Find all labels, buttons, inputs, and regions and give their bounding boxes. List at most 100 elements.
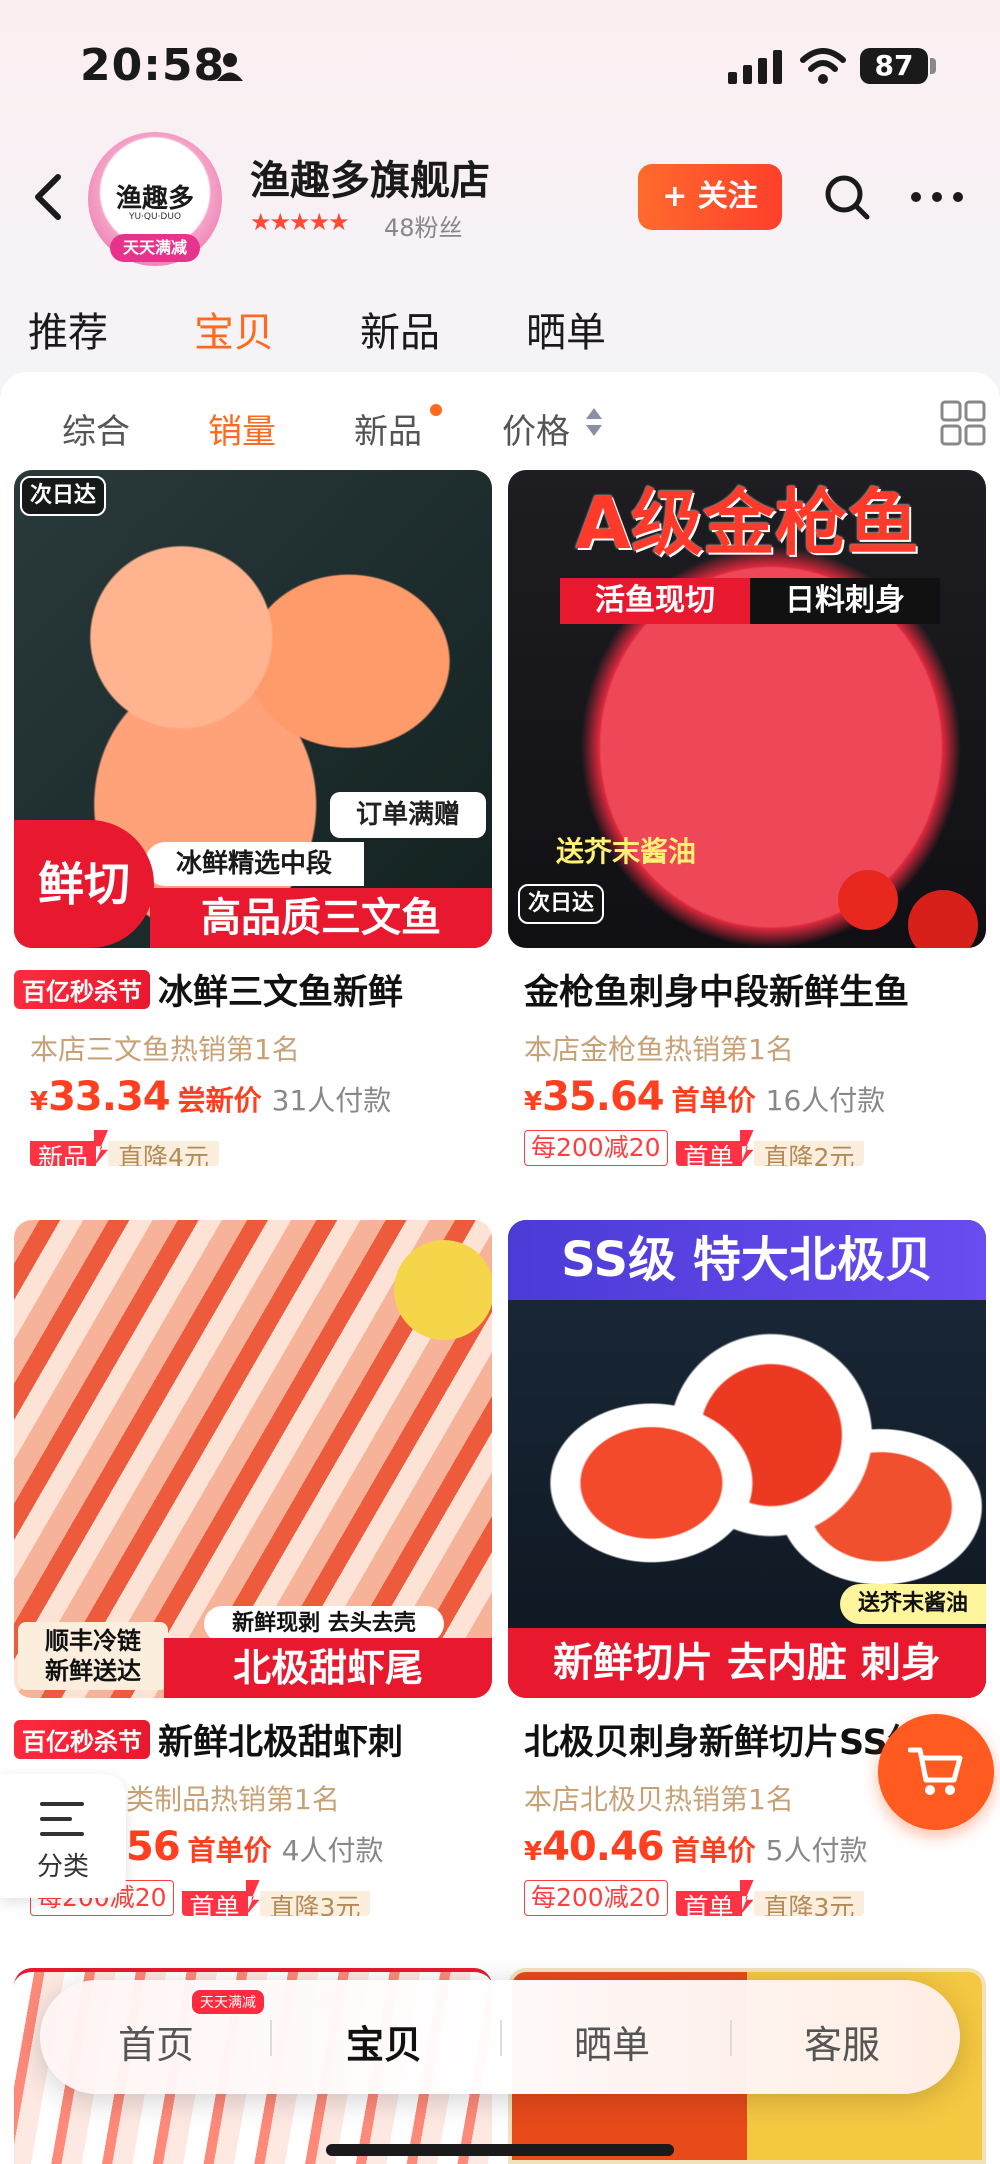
product-image[interactable]: SS级 特大北极贝 送芥末酱油 新鲜切片 去内脏 刺身 — [508, 1220, 986, 1698]
currency-symbol: ¥ — [524, 1837, 543, 1867]
sales-rank: 类制品热销第1名 — [126, 1783, 340, 1816]
top-headline: SS级 特大北极贝 — [508, 1220, 986, 1300]
sort-sales[interactable]: 销量 — [208, 404, 276, 453]
back-icon[interactable] — [28, 172, 68, 222]
discount-tag: 首单 直降2元 — [675, 1130, 865, 1166]
gift-banner: 订单满赠 — [330, 792, 486, 838]
bolt-icon — [245, 1880, 260, 1916]
tag-row: 每200减20 首单 直降2元 — [524, 1130, 872, 1168]
lemon-decoration — [394, 1240, 492, 1340]
sort-overall[interactable]: 综合 — [62, 404, 130, 453]
title-row: 百亿秒杀节 新鲜北极甜虾刺 — [14, 1714, 492, 1762]
nav-items[interactable]: 宝贝 — [346, 2014, 422, 2069]
price-note: 首单价 — [187, 1834, 272, 1867]
title-row: 百亿秒杀节 冰鲜三文鱼新鲜 — [14, 964, 492, 1012]
logo-title: 渔趣多 — [115, 184, 194, 214]
price: 56 — [126, 1824, 181, 1870]
product-title[interactable]: 北极贝刺身新鲜切片SS级 — [524, 1714, 923, 1762]
product-image[interactable]: 次日达 订单满赠 冰鲜精选中段 鲜切 高品质三文鱼 — [14, 470, 492, 948]
price-note: 尝新价 — [177, 1084, 262, 1117]
nav-badge: 天天满减 — [190, 1988, 266, 2016]
sort-price[interactable]: 价格 — [502, 404, 570, 453]
product-title[interactable]: 新鲜北极甜虾刺 — [158, 1714, 403, 1762]
sales-rank: 本店金枪鱼热销第1名 — [524, 1033, 794, 1066]
price-row: 56 首单价 4人付款 — [126, 1824, 384, 1870]
signal-icon — [728, 50, 782, 84]
person-icon — [217, 53, 243, 81]
cart-button[interactable] — [878, 1714, 994, 1830]
fresh-cut-badge: 鲜切 — [14, 820, 154, 948]
nav-service[interactable]: 客服 — [804, 2014, 880, 2069]
promo-badge: 百亿秒杀节 — [14, 970, 150, 1009]
next-day-badge: 次日达 — [20, 476, 107, 516]
fans-count: 48粉丝 — [384, 214, 463, 242]
search-icon[interactable] — [822, 172, 872, 222]
gift-text: 送芥末酱油 — [840, 1584, 986, 1624]
discount-tag: 首单 直降3元 — [675, 1880, 865, 1916]
tab-items[interactable]: 宝贝 — [194, 300, 274, 358]
gift-text: 送芥末酱油 — [555, 835, 696, 868]
discount-tag: 新品 直降4元 — [30, 1130, 219, 1166]
shop-logo[interactable]: 渔趣多 YU·QU·DUO 天天满减 — [88, 132, 222, 266]
cart-icon — [908, 1747, 963, 1795]
product-image[interactable]: 顺丰冷链 新鲜送达 新鲜现剥 去头去壳 北极甜虾尾 — [14, 1220, 492, 1698]
price: 40.46 — [542, 1824, 665, 1870]
price: 33.34 — [48, 1074, 171, 1120]
nav-divider — [500, 2020, 502, 2056]
bottom-banner: 新鲜切片 去内脏 刺身 — [508, 1628, 986, 1698]
nav-divider — [270, 2020, 272, 2056]
sales-rank: 本店三文鱼热销第1名 — [30, 1033, 300, 1066]
more-icon[interactable] — [910, 186, 964, 208]
follow-button[interactable]: + 关注 — [638, 164, 782, 230]
tab-reviews[interactable]: 晒单 — [526, 300, 606, 358]
tomato-decoration — [838, 870, 898, 930]
shop-tabs: 推荐 宝贝 新品 晒单 — [0, 300, 1000, 360]
sales-rank: 本店北极贝热销第1名 — [524, 1783, 794, 1816]
category-button[interactable]: 分类 — [0, 1774, 126, 1898]
paid-count: 31人付款 — [271, 1084, 392, 1117]
menu-icon — [40, 1802, 84, 1836]
tag-row: 新品 直降4元 — [30, 1130, 227, 1168]
tomato-decoration — [908, 890, 978, 948]
home-indicator — [326, 2144, 674, 2156]
price-row: ¥40.46 首单价 5人付款 — [524, 1824, 867, 1870]
subtitle-right: 日料刺身 — [750, 578, 940, 624]
product-title[interactable]: 冰鲜三文鱼新鲜 — [158, 964, 403, 1012]
paid-count: 5人付款 — [765, 1834, 868, 1867]
battery-indicator: 87 — [860, 48, 928, 84]
bolt-icon — [739, 1130, 754, 1166]
sort-arrows-icon — [586, 408, 602, 436]
price-row: ¥33.34 尝新价 31人付款 — [30, 1074, 391, 1120]
sort-new[interactable]: 新品 — [354, 404, 422, 453]
product-title[interactable]: 金枪鱼刺身中段新鲜生鱼 — [524, 964, 909, 1012]
bolt-icon — [94, 1130, 109, 1166]
nav-reviews[interactable]: 晒单 — [574, 2014, 650, 2069]
currency-symbol: ¥ — [30, 1087, 49, 1117]
grid-view-icon[interactable] — [940, 400, 986, 446]
mid-banner: 冰鲜精选中段 — [144, 842, 364, 886]
bolt-icon — [739, 1880, 754, 1916]
shop-name[interactable]: 渔趣多旗舰店 — [250, 148, 490, 206]
price-row: ¥35.64 首单价 16人付款 — [524, 1074, 885, 1120]
tab-new[interactable]: 新品 — [360, 300, 440, 358]
clock: 20:58 — [80, 40, 226, 91]
cold-chain-badge: 顺丰冷链 新鲜送达 — [18, 1622, 168, 1690]
logo-subtitle: YU·QU·DUO — [128, 212, 182, 222]
bottom-nav: 天天满减 首页 宝贝 晒单 客服 — [40, 1980, 960, 2094]
wifi-icon — [800, 48, 846, 84]
rating-stars: ★★★★★ — [250, 208, 350, 236]
tab-recommend[interactable]: 推荐 — [28, 300, 108, 358]
coupon-tag: 每200减20 — [524, 1880, 668, 1916]
product-image[interactable]: A级金枪鱼 活鱼现切 日料刺身 送芥末酱油 次日达 — [508, 470, 986, 948]
mid-banner: 新鲜现剥 去头去壳 — [204, 1606, 444, 1642]
new-dot-indicator — [430, 404, 442, 416]
nav-divider — [730, 2020, 732, 2056]
battery-tip — [930, 58, 936, 74]
nav-home[interactable]: 首页 — [118, 2014, 194, 2069]
bottom-banner: 高品质三文鱼 — [150, 888, 492, 948]
status-bar: 20:58 87 — [0, 0, 1000, 130]
discount-tag: 首单 直降3元 — [181, 1880, 371, 1916]
coupon-tag: 每200减20 — [524, 1130, 668, 1166]
paid-count: 4人付款 — [281, 1834, 384, 1867]
price-note: 首单价 — [671, 1084, 756, 1117]
